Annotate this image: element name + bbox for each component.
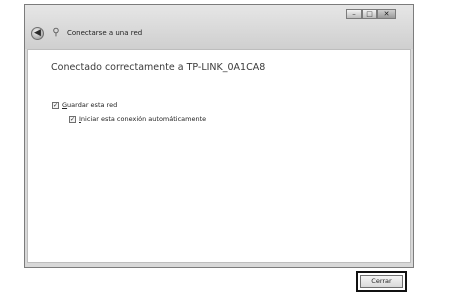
auto-connect-option[interactable]: ✓ Iniciar esta conexión automáticamente bbox=[69, 115, 206, 123]
content-panel: Conectado correctamente a TP-LINK_0A1CA8… bbox=[27, 49, 411, 263]
window-title: Conectarse a una red bbox=[67, 29, 143, 37]
save-network-option[interactable]: ✓ Guardar esta red bbox=[52, 101, 117, 109]
close-window-button[interactable]: ✕ bbox=[377, 9, 396, 19]
auto-connect-checkbox[interactable]: ✓ bbox=[69, 115, 76, 123]
footer-bar bbox=[27, 263, 411, 267]
connect-network-window: ◀ ⚲ Conectarse a una red – □ ✕ Conectado… bbox=[24, 4, 414, 268]
save-network-checkbox[interactable]: ✓ bbox=[52, 101, 59, 109]
close-button-highlight: Cerrar bbox=[356, 271, 407, 292]
close-button[interactable]: Cerrar bbox=[360, 275, 403, 288]
maximize-button[interactable]: □ bbox=[362, 9, 377, 19]
title-bar: ◀ ⚲ Conectarse a una red – □ ✕ bbox=[25, 5, 413, 49]
success-heading: Conectado correctamente a TP-LINK_0A1CA8 bbox=[51, 62, 266, 73]
minimize-button[interactable]: – bbox=[346, 9, 362, 19]
save-network-label: Guardar esta red bbox=[62, 101, 118, 109]
back-arrow-icon[interactable]: ◀ bbox=[31, 27, 44, 40]
auto-connect-label: Iniciar esta conexión automáticamente bbox=[79, 115, 207, 123]
wireless-network-icon: ⚲ bbox=[52, 27, 60, 38]
